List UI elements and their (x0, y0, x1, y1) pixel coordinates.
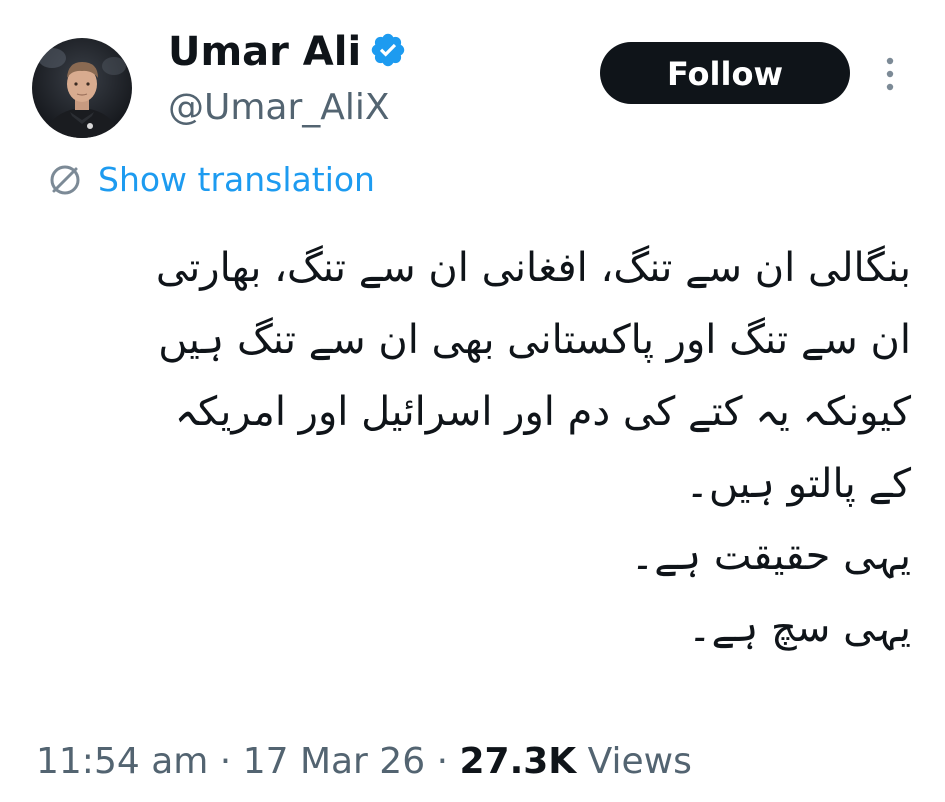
tweet-text: بنگالی ان سے تنگ، افغانی ان سے تنگ، بھار… (51, 232, 911, 664)
views-count[interactable]: 27.3K (459, 741, 576, 782)
avatar-image (32, 38, 132, 138)
author-display-name[interactable]: Umar Ali (168, 26, 361, 78)
verified-badge-icon (369, 31, 407, 69)
avatar[interactable] (32, 38, 132, 138)
views-label: Views (587, 741, 692, 782)
show-translation-label: Show translation (98, 160, 375, 199)
show-translation-link[interactable]: Show translation (46, 158, 375, 202)
translate-globe-icon (46, 161, 84, 199)
tweet-line: ان سے تنگ اور پاکستانی بھی ان سے تنگ ہیں (158, 317, 911, 363)
meta-separator: · (219, 741, 232, 782)
follow-button[interactable]: Follow (600, 42, 850, 104)
author-handle[interactable]: @Umar_AliX (168, 84, 407, 132)
tweet-line: بنگالی ان سے تنگ، افغانی ان سے تنگ، بھار… (155, 245, 911, 291)
tweet-line: یہی حقیقت ہے۔ (630, 533, 911, 579)
more-vertical-icon[interactable] (878, 52, 902, 96)
tweet-time[interactable]: 11:54 am (36, 741, 208, 782)
tweet-line: یہی سچ ہے۔ (688, 605, 911, 651)
tweet-line: کیونکہ یہ کتے کی دم اور اسرائیل اور امری… (174, 389, 911, 435)
tweet-date[interactable]: 17 Mar 26 (243, 741, 425, 782)
author-info: Umar Ali @Umar_AliX (168, 26, 407, 132)
tweet-line: کے پالتو ہیں۔ (685, 461, 911, 507)
meta-separator: · (436, 741, 449, 782)
tweet-header: Umar Ali @Umar_AliX Follow (32, 24, 912, 144)
tweet-meta: 11:54 am · 17 Mar 26 · 27.3K Views (36, 738, 692, 786)
